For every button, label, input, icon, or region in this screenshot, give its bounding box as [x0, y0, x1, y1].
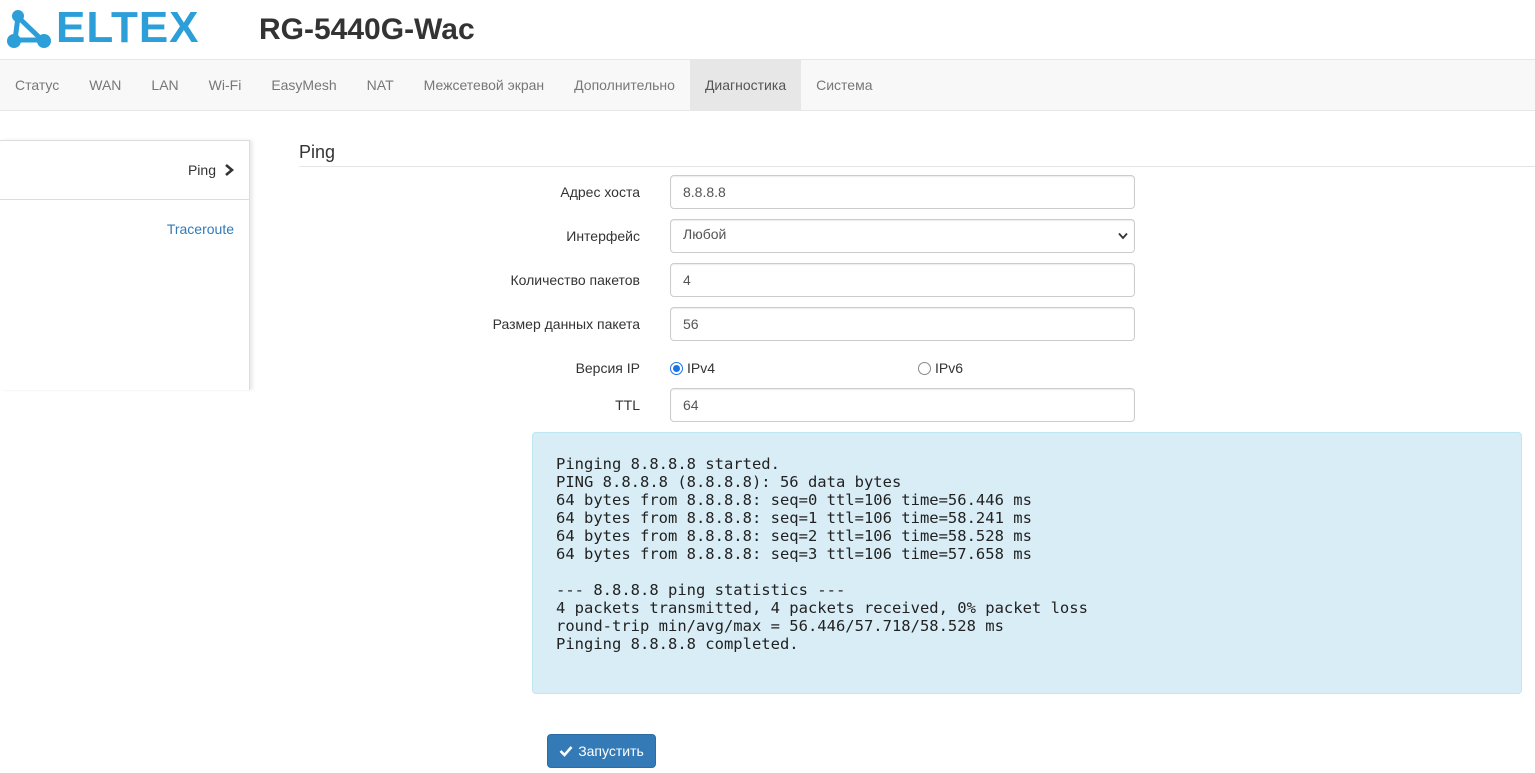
eltex-logo-icon [7, 10, 51, 48]
ipv4-label: IPv4 [687, 360, 716, 376]
section-title: Ping [299, 142, 1535, 167]
nav-item-wifi[interactable]: Wi-Fi [194, 60, 257, 110]
ipv4-radio[interactable] [670, 361, 683, 375]
interface-label: Интерфейс [566, 228, 640, 244]
nav-item-nat[interactable]: NAT [352, 60, 409, 110]
main-nav: Статус WAN LAN Wi-Fi EasyMesh NAT Межсет… [0, 59, 1535, 111]
logo-text: ELTEX [56, 3, 200, 52]
header: ELTEX RG-5440G-Wac [0, 0, 1535, 60]
ip-version-label: Версия IP [575, 360, 640, 376]
ping-output-panel: Pinging 8.8.8.8 started. PING 8.8.8.8 (8… [532, 432, 1522, 694]
count-input[interactable] [670, 263, 1135, 297]
chevron-down-icon [1118, 232, 1128, 240]
ttl-input[interactable] [670, 388, 1135, 422]
nav-item-system[interactable]: Система [801, 60, 887, 110]
ipv6-radio[interactable] [918, 361, 931, 375]
run-button-label: Запустить [578, 743, 644, 759]
nav-item-firewall[interactable]: Межсетевой экран [409, 60, 560, 110]
sidebar-item-ping[interactable]: Ping [0, 140, 249, 199]
ipv4-option[interactable]: IPv4 [670, 360, 715, 376]
nav-item-advanced[interactable]: Дополнительно [559, 60, 690, 110]
ipv6-label: IPv6 [935, 360, 964, 376]
page-title: RG-5440G-Wac [259, 13, 475, 46]
host-label: Адрес хоста [560, 184, 640, 200]
interface-select[interactable]: Любой [670, 219, 1135, 253]
nav-item-diagnostics[interactable]: Диагностика [689, 60, 802, 110]
check-icon [559, 746, 573, 757]
eltex-logo[interactable]: ELTEX [6, 3, 200, 52]
ping-output-text: Pinging 8.8.8.8 started. PING 8.8.8.8 (8… [556, 455, 1088, 653]
interface-select-value: Любой [683, 226, 727, 242]
host-input[interactable] [670, 175, 1135, 209]
size-label: Размер данных пакета [492, 316, 640, 332]
nav-item-lan[interactable]: LAN [136, 60, 193, 110]
sidebar-item-label: Traceroute [166, 221, 234, 237]
nav-item-easymesh[interactable]: EasyMesh [256, 60, 351, 110]
sidebar: Ping Traceroute [0, 140, 250, 390]
sidebar-item-traceroute[interactable]: Traceroute [0, 199, 249, 258]
nav-item-wan[interactable]: WAN [74, 60, 136, 110]
chevron-right-icon [225, 164, 234, 176]
ttl-label: TTL [615, 397, 640, 413]
sidebar-item-label: Ping [187, 162, 216, 178]
ipv6-option[interactable]: IPv6 [918, 360, 963, 376]
count-label: Количество пакетов [510, 272, 640, 288]
size-input[interactable] [670, 307, 1135, 341]
nav-item-status[interactable]: Статус [0, 60, 74, 110]
run-button[interactable]: Запустить [547, 734, 656, 768]
